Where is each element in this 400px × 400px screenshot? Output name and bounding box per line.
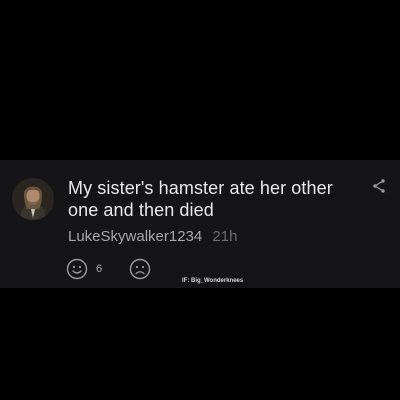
- dislike-reaction-button[interactable]: [129, 258, 151, 280]
- like-reaction-button[interactable]: 6: [66, 258, 102, 280]
- frown-face-icon: [129, 258, 151, 280]
- post-text: My sister's hamster ate her other one an…: [68, 178, 333, 220]
- post-card: My sister's hamster ate her other one an…: [0, 160, 400, 288]
- avatar[interactable]: [12, 178, 54, 220]
- smile-face-icon: [66, 258, 88, 280]
- post-meta: LukeSkywalker1234 21h: [68, 228, 237, 245]
- watermark: IF: Big_Wonderknees: [182, 278, 244, 284]
- post-timestamp: 21h: [212, 228, 238, 245]
- username[interactable]: LukeSkywalker1234: [68, 228, 202, 245]
- screen: My sister's hamster ate her other one an…: [0, 0, 400, 400]
- like-count: 6: [96, 263, 103, 275]
- share-icon[interactable]: [371, 178, 387, 194]
- avatar-image: [12, 178, 54, 220]
